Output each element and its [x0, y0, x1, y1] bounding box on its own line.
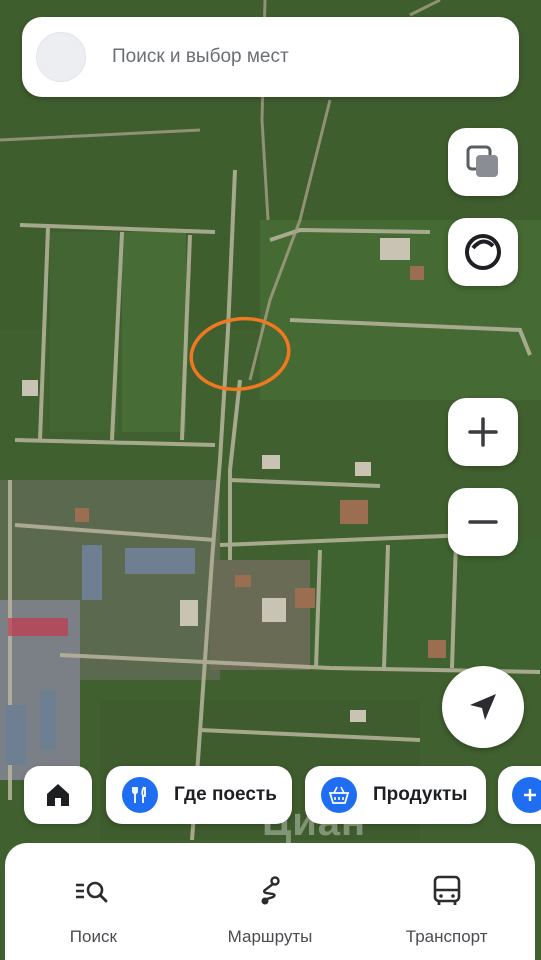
- alice-voice-icon: [465, 234, 501, 270]
- my-location-button[interactable]: [442, 666, 524, 748]
- avatar-icon[interactable]: [36, 32, 86, 82]
- route-icon: [253, 863, 287, 919]
- home-icon: [47, 784, 69, 806]
- watermark: Циан: [262, 800, 367, 844]
- layers-button[interactable]: [448, 128, 518, 196]
- more-chip[interactable]: [498, 766, 541, 824]
- fork-knife-icon: [122, 777, 158, 813]
- plus-icon: [468, 417, 498, 447]
- navigation-arrow-icon: [470, 694, 496, 720]
- tab-routes[interactable]: Маршруты: [182, 843, 359, 960]
- tab-routes-label: Маршруты: [227, 927, 313, 946]
- tab-search-label: Поиск: [69, 927, 117, 946]
- search-placeholder: Поиск и выбор мест: [112, 46, 289, 67]
- zoom-in-button[interactable]: [448, 398, 518, 466]
- search-bar[interactable]: Поиск и выбор мест: [22, 17, 519, 97]
- minus-icon: [468, 520, 498, 524]
- tab-search[interactable]: Поиск: [5, 843, 182, 960]
- layers-icon: [466, 145, 498, 177]
- alice-button[interactable]: [448, 218, 518, 286]
- bus-icon: [431, 863, 463, 919]
- search-list-icon: [73, 863, 113, 919]
- zoom-out-button[interactable]: [448, 488, 518, 556]
- tab-transport-label: Транспорт: [405, 927, 488, 946]
- plus-icon: [512, 777, 541, 813]
- groceries-chip-label: Продукты: [373, 784, 468, 805]
- home-chip[interactable]: [24, 766, 92, 824]
- tab-transport[interactable]: Транспорт: [358, 843, 535, 960]
- bottom-tab-bar: Поиск Маршруты Транспорт: [5, 843, 535, 960]
